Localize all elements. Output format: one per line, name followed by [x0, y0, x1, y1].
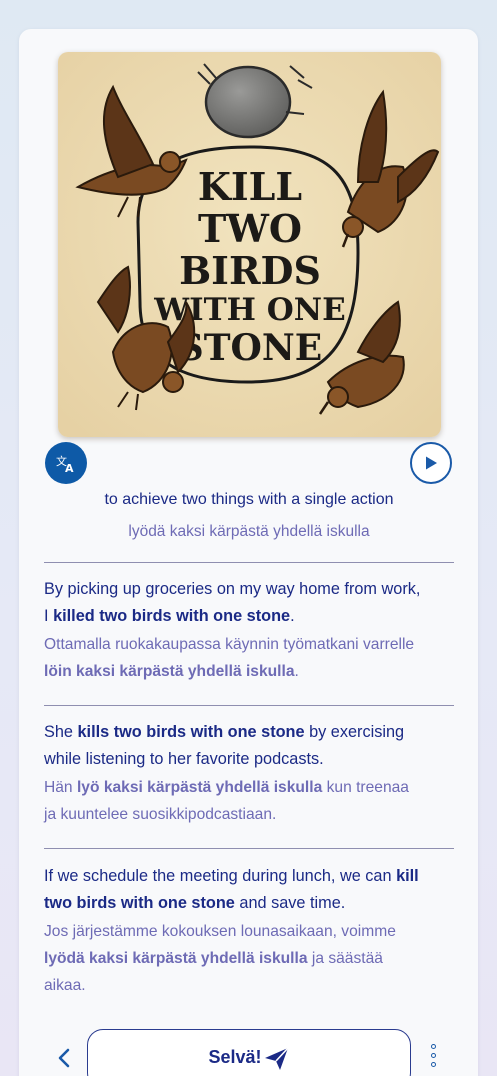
- got-it-label: Selvä!: [208, 1047, 262, 1067]
- divider: [44, 848, 454, 849]
- translate-button[interactable]: 文 A: [45, 442, 87, 484]
- idiom-illustration: KILL TWO BIRDS WITH ONE STONE: [58, 52, 441, 437]
- illustration-title-line-5: STONE: [178, 327, 323, 369]
- send-icon: [264, 1047, 289, 1070]
- chevron-left-icon: [58, 1048, 70, 1068]
- meaning-finnish: lyödä kaksi kärpästä yhdellä iskulla: [128, 523, 370, 540]
- example-3: If we schedule the meeting during lunch,…: [44, 863, 456, 999]
- example-2-finnish: Hän lyö kaksi kärpästä yhdellä iskulla k…: [44, 779, 409, 823]
- example-1-finnish: Ottamalla ruokakaupassa käynnin työmatka…: [44, 636, 415, 680]
- example-2: She kills two birds with one stone by ex…: [44, 719, 456, 828]
- svg-text:A: A: [65, 462, 74, 474]
- meaning-english: to achieve two things with a single acti…: [104, 491, 394, 508]
- example-3-finnish: Jos järjestämme kokouksen lounasaikaan, …: [44, 923, 396, 994]
- example-1-english: By picking up groceries on my way home f…: [44, 580, 421, 625]
- example-1: By picking up groceries on my way home f…: [44, 576, 456, 685]
- more-vertical-icon: [430, 1044, 436, 1049]
- more-options-button[interactable]: [424, 1044, 442, 1074]
- translate-icon: 文 A: [56, 454, 74, 474]
- illustration-title-line-2: TWO: [198, 206, 302, 251]
- illustration-title-line-1: KILL: [198, 164, 302, 209]
- example-2-english: She kills two birds with one stone by ex…: [44, 723, 405, 768]
- example-3-english: If we schedule the meeting during lunch,…: [44, 867, 419, 912]
- divider: [44, 562, 454, 563]
- back-button[interactable]: [50, 1043, 78, 1073]
- play-icon: [426, 456, 437, 470]
- play-audio-button[interactable]: [410, 442, 452, 484]
- stone: [204, 65, 292, 139]
- divider: [44, 705, 454, 706]
- illustration-title-line-3: BIRDS: [179, 248, 321, 293]
- got-it-button[interactable]: Selvä!: [87, 1029, 411, 1076]
